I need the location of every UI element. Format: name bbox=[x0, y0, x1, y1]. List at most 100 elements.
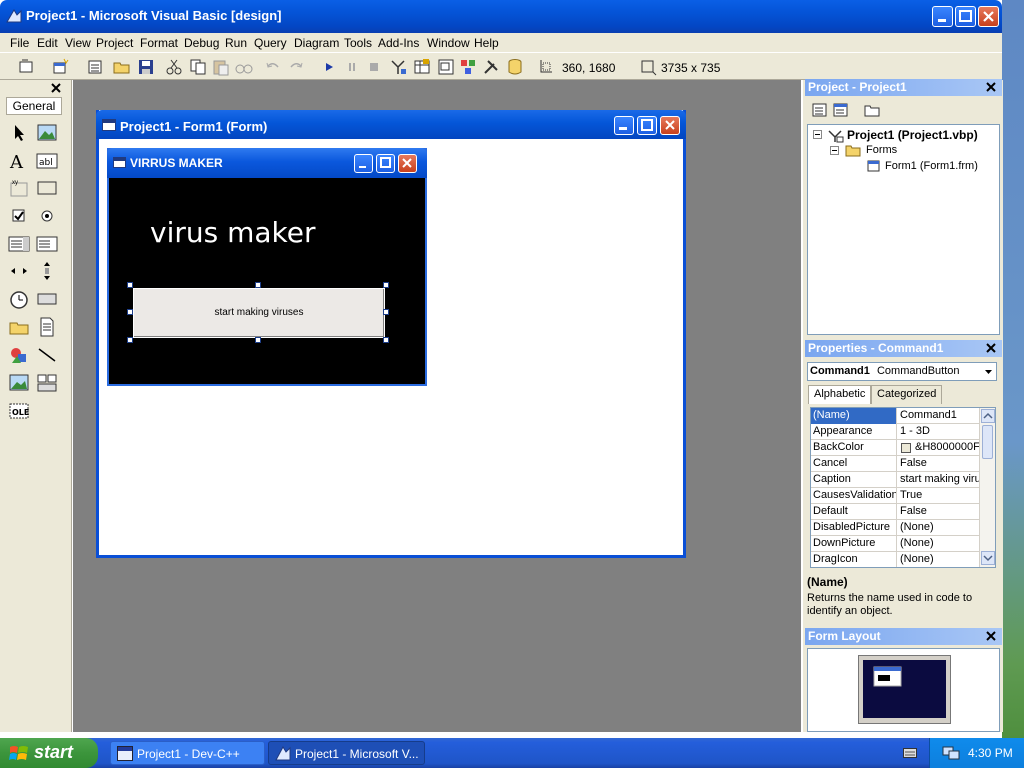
property-row[interactable]: DownPicture (None) bbox=[811, 536, 979, 552]
taskbar-item-devcpp[interactable]: Project1 - Dev-C++ bbox=[110, 741, 265, 765]
close-properties-panel-icon[interactable] bbox=[985, 342, 997, 354]
resize-handle-bottom-left[interactable] bbox=[127, 337, 133, 343]
tree-forms-folder[interactable]: Forms bbox=[866, 144, 897, 156]
command1-button[interactable]: start making viruses bbox=[133, 288, 385, 338]
minimize-button[interactable] bbox=[932, 6, 953, 27]
menu-editor-icon[interactable] bbox=[86, 58, 104, 76]
combobox-icon[interactable] bbox=[8, 233, 30, 255]
main-title-bar[interactable]: Project1 - Microsoft Visual Basic [desig… bbox=[0, 0, 1002, 33]
view-code-icon[interactable] bbox=[811, 101, 829, 119]
project-explorer-icon[interactable] bbox=[390, 58, 408, 76]
menu-project[interactable]: Project bbox=[96, 36, 133, 50]
toolbox-tab-general[interactable]: General bbox=[6, 97, 62, 115]
form-maximize-button[interactable] bbox=[637, 116, 657, 135]
designed-form-maximize-button[interactable] bbox=[376, 154, 395, 173]
find-icon[interactable] bbox=[235, 58, 253, 76]
resize-handle-bottom-right[interactable] bbox=[383, 337, 389, 343]
resize-handle-top-right[interactable] bbox=[383, 282, 389, 288]
resize-handle-right[interactable] bbox=[383, 309, 389, 315]
menu-file[interactable]: File bbox=[10, 36, 29, 50]
designed-form-minimize-button[interactable] bbox=[354, 154, 373, 173]
close-project-panel-icon[interactable] bbox=[985, 81, 997, 93]
menu-window[interactable]: Window bbox=[427, 36, 470, 50]
menu-query[interactable]: Query bbox=[254, 36, 287, 50]
network-icon[interactable] bbox=[942, 745, 960, 761]
dirlistbox-icon[interactable] bbox=[8, 316, 30, 338]
form-designer-title-bar[interactable]: Project1 - Form1 (Form) bbox=[96, 110, 686, 139]
checkbox-icon[interactable] bbox=[8, 205, 30, 227]
toolbox-icon[interactable] bbox=[482, 58, 500, 76]
open-folder-icon[interactable] bbox=[113, 58, 131, 76]
toggle-folders-icon[interactable] bbox=[863, 101, 881, 119]
image-icon[interactable] bbox=[8, 372, 30, 394]
paste-icon[interactable] bbox=[212, 58, 230, 76]
designed-form[interactable]: VIRRUS MAKER bbox=[107, 148, 427, 386]
property-row[interactable]: CausesValidation True bbox=[811, 488, 979, 504]
menu-help[interactable]: Help bbox=[474, 36, 499, 50]
add-form-icon[interactable] bbox=[52, 58, 70, 76]
drivelistbox-icon[interactable] bbox=[36, 288, 58, 310]
menu-add-ins[interactable]: Add-Ins bbox=[378, 36, 419, 50]
menu-tools[interactable]: Tools bbox=[344, 36, 372, 50]
filelistbox-icon[interactable] bbox=[36, 316, 58, 338]
hscrollbar-icon[interactable] bbox=[8, 260, 30, 282]
resize-handle-left[interactable] bbox=[127, 309, 133, 315]
data-view-icon[interactable] bbox=[506, 58, 524, 76]
listbox-icon[interactable] bbox=[36, 233, 58, 255]
menu-debug[interactable]: Debug bbox=[184, 36, 219, 50]
object-browser-icon[interactable] bbox=[459, 58, 477, 76]
menu-edit[interactable]: Edit bbox=[37, 36, 58, 50]
redo-icon[interactable] bbox=[287, 58, 305, 76]
data-control-icon[interactable] bbox=[36, 372, 58, 394]
close-button[interactable] bbox=[978, 6, 999, 27]
collapse-icon[interactable] bbox=[813, 130, 822, 139]
timer-icon[interactable] bbox=[8, 288, 30, 310]
line-icon[interactable] bbox=[36, 344, 58, 366]
form-layout-icon[interactable] bbox=[437, 58, 455, 76]
property-row[interactable]: Cancel False bbox=[811, 456, 979, 472]
keyboard-icon[interactable] bbox=[903, 746, 917, 760]
label-icon[interactable]: A bbox=[8, 150, 30, 172]
start-run-icon[interactable] bbox=[320, 58, 338, 76]
property-row[interactable]: Default False bbox=[811, 504, 979, 520]
close-toolbox-icon[interactable] bbox=[50, 82, 62, 94]
commandbutton-icon[interactable] bbox=[36, 177, 58, 199]
clock[interactable]: 4:30 PM bbox=[968, 746, 1013, 760]
scroll-down-icon[interactable] bbox=[981, 551, 995, 565]
tree-form1-node[interactable]: Form1 (Form1.frm) bbox=[885, 160, 978, 172]
undo-icon[interactable] bbox=[264, 58, 282, 76]
end-icon[interactable] bbox=[365, 58, 383, 76]
pointer-icon[interactable] bbox=[8, 122, 30, 144]
break-icon[interactable] bbox=[343, 58, 361, 76]
scroll-up-icon[interactable] bbox=[981, 409, 995, 423]
tab-categorized[interactable]: Categorized bbox=[871, 385, 943, 404]
designed-form-title-bar[interactable]: VIRRUS MAKER bbox=[107, 148, 427, 178]
cut-icon[interactable] bbox=[165, 58, 183, 76]
form-minimize-button[interactable] bbox=[614, 116, 634, 135]
menu-format[interactable]: Format bbox=[140, 36, 178, 50]
menu-diagram[interactable]: Diagram bbox=[294, 36, 339, 50]
start-button[interactable]: start bbox=[0, 738, 98, 768]
property-row[interactable]: DisabledPicture (None) bbox=[811, 520, 979, 536]
menu-run[interactable]: Run bbox=[225, 36, 247, 50]
virus-maker-label[interactable]: virus maker bbox=[150, 216, 315, 249]
resize-handle-top-left[interactable] bbox=[127, 282, 133, 288]
properties-scrollbar[interactable] bbox=[979, 408, 995, 567]
object-selector[interactable]: Command1 CommandButton bbox=[807, 362, 997, 381]
save-icon[interactable] bbox=[137, 58, 155, 76]
menu-view[interactable]: View bbox=[65, 36, 91, 50]
textbox-icon[interactable]: abl bbox=[36, 150, 58, 172]
resize-handle-bottom[interactable] bbox=[255, 337, 261, 343]
property-row[interactable]: DragIcon (None) bbox=[811, 552, 979, 567]
ole-icon[interactable]: OLE bbox=[8, 400, 30, 422]
properties-window-icon[interactable] bbox=[413, 58, 431, 76]
copy-icon[interactable] bbox=[189, 58, 207, 76]
shape-icon[interactable] bbox=[8, 344, 30, 366]
collapse-icon[interactable] bbox=[830, 146, 839, 155]
optionbutton-icon[interactable] bbox=[36, 205, 58, 227]
view-object-icon[interactable] bbox=[832, 101, 850, 119]
resize-handle-top[interactable] bbox=[255, 282, 261, 288]
taskbar-item-visual-basic[interactable]: Project1 - Microsoft V... bbox=[268, 741, 425, 765]
form-close-button[interactable] bbox=[660, 116, 680, 135]
maximize-button[interactable] bbox=[955, 6, 976, 27]
